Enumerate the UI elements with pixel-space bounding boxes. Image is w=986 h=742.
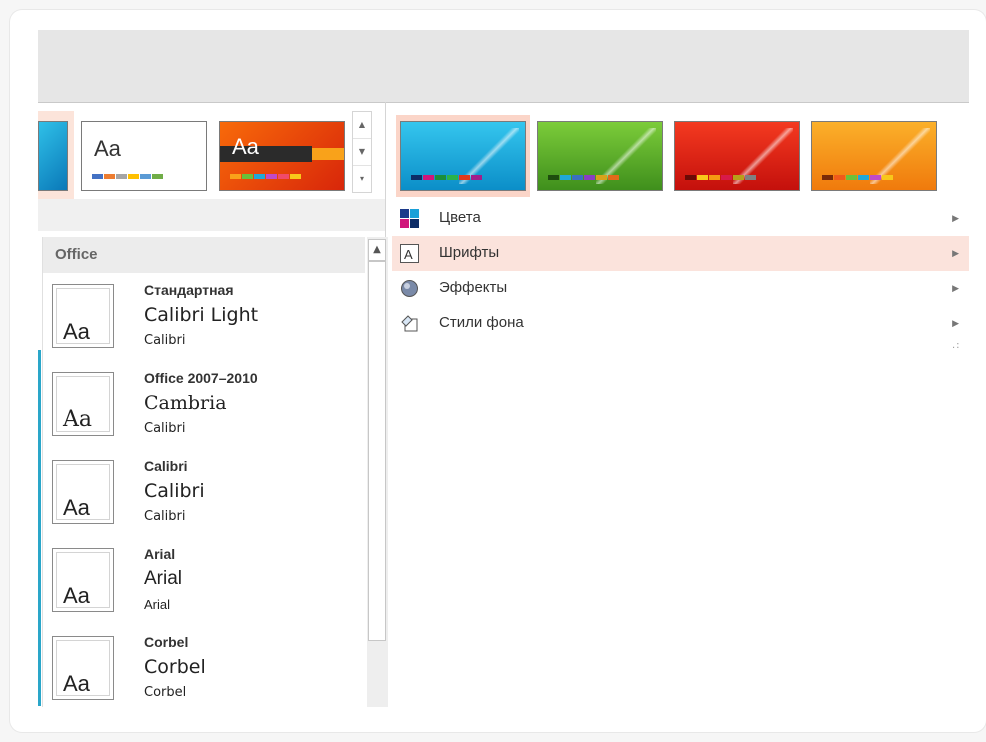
font-item-corbel[interactable]: Aa Corbel Corbel Corbel (43, 626, 365, 714)
theme-thumb-white-colors (92, 174, 163, 179)
variants-menu: Цвета ▶ A Шрифты ▶ Эффекты ▶ Стили фона … (392, 199, 969, 357)
font-set-name: Office 2007–2010 (144, 370, 258, 386)
theme-thumb-blue[interactable] (38, 121, 68, 191)
themes-gallery-scroll: ▲ ▼ ▾ (352, 111, 372, 193)
font-heading-name: Calibri Light (144, 304, 259, 326)
menu-item-colors[interactable]: Цвета ▶ (392, 201, 969, 236)
submenu-arrow-icon: ▶ (952, 248, 959, 258)
menu-item-label: Цвета (439, 209, 481, 226)
font-set-name: Стандартная (144, 282, 234, 298)
font-thumb: Aa (52, 636, 114, 700)
variant-thumb-blue[interactable] (400, 121, 526, 191)
font-item-office-2007[interactable]: Aa Office 2007–2010 Cambria Calibri (43, 362, 365, 450)
ribbon-tab-area (38, 30, 969, 102)
fonts-section-header: Office (43, 237, 365, 273)
theme-thumb-orange-colors (230, 174, 301, 179)
font-heading-name: Corbel (144, 656, 206, 678)
font-body-name: Arial (144, 597, 171, 612)
font-item-arial[interactable]: Aa Arial Arial Arial (43, 538, 365, 626)
gallery-scroll-down-icon[interactable]: ▼ (353, 139, 371, 166)
scroll-up-icon[interactable]: ▲ (368, 239, 386, 261)
variant-thumb-green[interactable] (537, 121, 663, 191)
font-thumb-label: Aa (63, 319, 90, 344)
font-set-name: Corbel (144, 634, 189, 650)
font-item-standard[interactable]: Aa Стандартная Calibri Light Calibri (43, 274, 365, 362)
variant-colors (685, 175, 756, 180)
gallery-more-icon[interactable]: ▾ (353, 166, 371, 192)
menu-item-label: Шрифты (439, 244, 500, 261)
fonts-icon: A (400, 244, 419, 263)
svg-text:A: A (404, 247, 413, 262)
font-set-name: Arial (144, 546, 176, 562)
font-thumb-label: Aa (63, 407, 93, 432)
font-set-name: Calibri (144, 458, 188, 474)
slide-edge-accent (38, 350, 41, 706)
font-body-name: Corbel (144, 685, 187, 700)
resize-grip-icon[interactable]: .: (952, 340, 961, 351)
font-thumb-label: Aa (63, 495, 90, 520)
theme-thumb-white-label: Aa (94, 136, 121, 161)
menu-item-label: Эффекты (439, 279, 508, 296)
font-thumb: Aa (52, 460, 114, 524)
menu-item-effects[interactable]: Эффекты ▶ (392, 271, 969, 306)
submenu-arrow-icon: ▶ (952, 283, 959, 293)
theme-thumb-orange[interactable]: Aa (219, 121, 345, 191)
menu-item-label: Стили фона (439, 314, 524, 331)
gallery-scroll-up-icon[interactable]: ▲ (353, 112, 371, 139)
colors-icon (400, 209, 419, 228)
font-heading-name: Calibri (144, 480, 205, 502)
scrollbar-thumb[interactable] (368, 261, 386, 641)
submenu-arrow-icon: ▶ (952, 213, 959, 223)
font-heading-name: Cambria (144, 392, 227, 414)
font-thumb: Aa (52, 284, 114, 348)
font-thumb-label: Aa (63, 583, 90, 608)
variant-thumb-red[interactable] (674, 121, 800, 191)
font-body-name: Calibri (144, 333, 186, 348)
background-styles-icon (401, 315, 418, 332)
effects-icon (401, 280, 418, 297)
menu-item-background-styles[interactable]: Стили фона ▶ (392, 306, 969, 341)
variant-colors (548, 175, 619, 180)
variant-colors (411, 175, 482, 180)
font-heading-name: Arial (144, 568, 183, 589)
theme-thumb-orange-label: Aa (232, 134, 259, 159)
themes-group-footer (38, 199, 385, 231)
variant-colors (822, 175, 893, 180)
font-body-name: Calibri (144, 421, 186, 436)
theme-thumb-white[interactable]: Aa (81, 121, 207, 191)
variant-thumb-orange[interactable] (811, 121, 937, 191)
font-thumb: Aa (52, 372, 114, 436)
menu-item-fonts[interactable]: A Шрифты ▶ (392, 236, 969, 271)
font-thumb: Aa (52, 548, 114, 612)
submenu-arrow-icon: ▶ (952, 318, 959, 328)
font-body-name: Calibri (144, 509, 186, 524)
fonts-scrollbar[interactable]: ▲ (367, 237, 388, 707)
font-thumb-label: Aa (63, 671, 90, 696)
ribbon-divider (38, 102, 969, 103)
font-item-calibri[interactable]: Aa Calibri Calibri Calibri (43, 450, 365, 538)
